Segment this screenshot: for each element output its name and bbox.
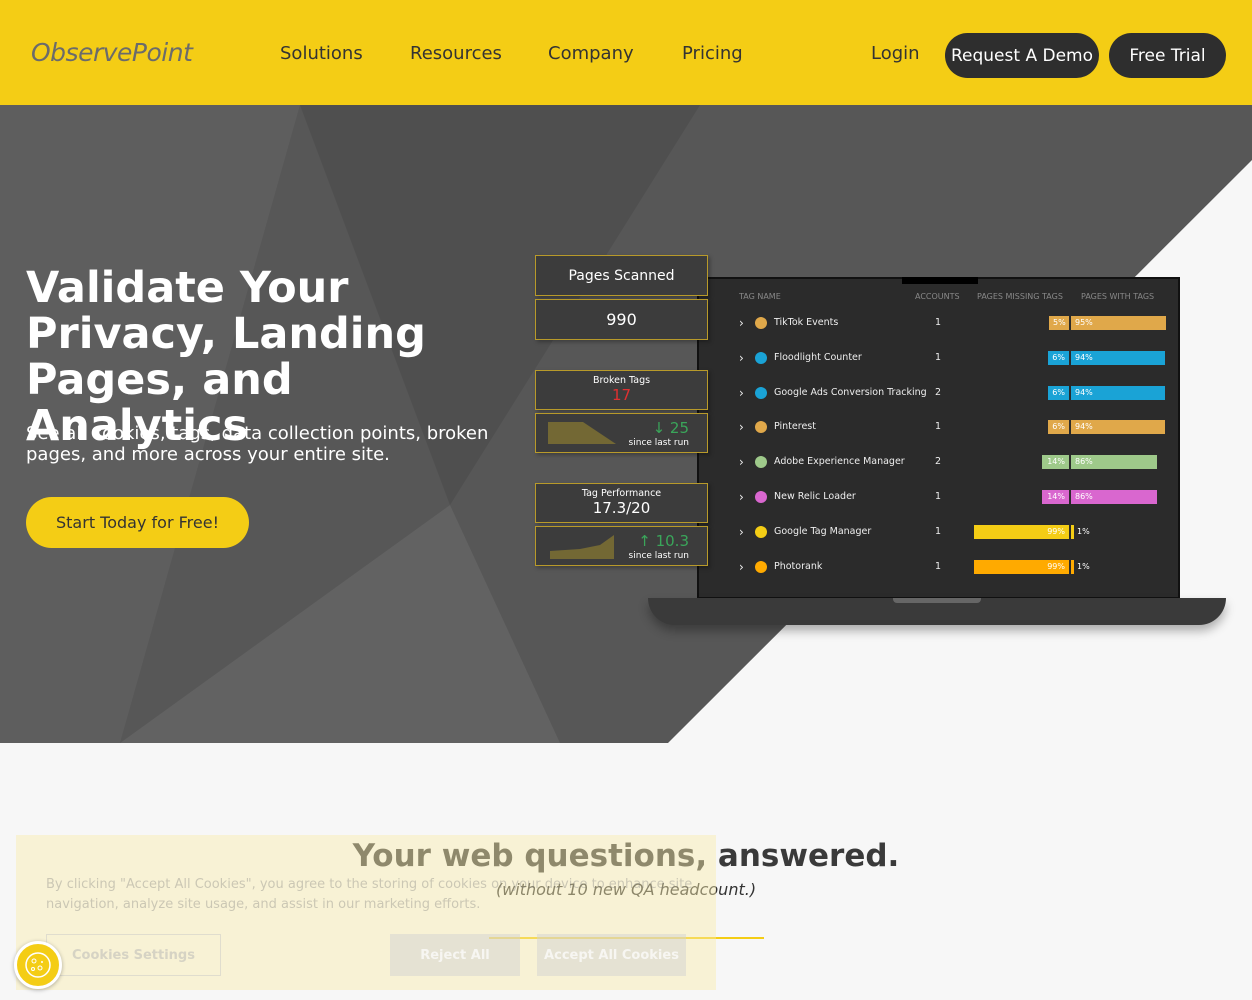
with-bar: 1% (1071, 524, 1090, 539)
col-accounts: ACCOUNTS (915, 292, 960, 301)
tag-performance-card: Tag Performance 17.3/20 (535, 483, 708, 523)
with-bar: 94% (1071, 350, 1165, 365)
broken-tags-trend: ↓ 25 since last run (535, 413, 708, 453)
tag-name: Google Ads Conversion Tracking (774, 386, 927, 398)
table-row[interactable]: › Google Ads Conversion Tracking 2 6% 94… (699, 384, 1182, 404)
with-bar: 95% (1071, 316, 1166, 330)
photorank-icon (755, 560, 767, 573)
hero-title: Validate Your Privacy, Landing Pages, an… (26, 263, 426, 451)
cookie-banner: By clicking "Accept All Cookies", you ag… (16, 835, 716, 990)
cookies-settings-button[interactable]: Cookies Settings (46, 934, 221, 976)
sparkline-down (548, 422, 616, 444)
tag-name: TikTok Events (774, 317, 839, 328)
accounts-count: 1 (935, 351, 942, 363)
expand-chevron-icon[interactable]: › (739, 490, 744, 504)
with-bar: 94% (1071, 420, 1165, 435)
login-link[interactable]: Login (871, 43, 920, 64)
tag-name: Photorank (774, 560, 823, 572)
broken-tags-card: Broken Tags 17 (535, 370, 708, 410)
accounts-count: 1 (935, 317, 942, 328)
missing-bar: 6% (1048, 385, 1069, 400)
tag-name: Google Tag Manager (774, 525, 872, 537)
col-tag-name: TAG NAME (739, 292, 781, 301)
start-free-button[interactable]: Start Today for Free! (26, 497, 249, 548)
google-ads-icon (755, 386, 767, 399)
table-row[interactable]: › Floodlight Counter 1 6% 94% (699, 349, 1182, 369)
with-bar: 94% (1071, 385, 1165, 400)
tag-performance-label: Tag Performance (581, 488, 662, 499)
nav-pricing[interactable]: Pricing (682, 43, 743, 64)
cookie-text: By clicking "Accept All Cookies", you ag… (46, 877, 693, 912)
tiktok-icon (755, 317, 767, 329)
expand-chevron-icon[interactable]: › (739, 455, 744, 469)
nav-solutions[interactable]: Solutions (280, 43, 363, 64)
accounts-count: 1 (935, 525, 942, 537)
site-header: ObservePoint Solutions Resources Company… (0, 0, 1252, 105)
table-row[interactable]: › Photorank 1 99% 1% (699, 558, 1182, 578)
accept-all-cookies-button[interactable]: Accept All Cookies (537, 934, 686, 976)
missing-bar: 14% (1042, 490, 1069, 504)
accounts-count: 2 (935, 386, 942, 398)
with-bar: 86% (1071, 455, 1157, 470)
perf-delta: ↑ 10.3 (638, 532, 689, 550)
missing-bar: 99% (974, 559, 1069, 574)
reject-all-button[interactable]: Reject All (390, 934, 520, 976)
expand-chevron-icon[interactable]: › (739, 525, 744, 539)
pages-scanned-value: 990 (535, 299, 708, 340)
nav-resources[interactable]: Resources (410, 43, 502, 64)
cookie-icon (25, 952, 51, 978)
logo[interactable]: ObservePoint (31, 38, 193, 67)
tag-name: Adobe Experience Manager (774, 456, 905, 468)
tag-name: New Relic Loader (774, 491, 856, 502)
missing-bar: 6% (1048, 420, 1069, 435)
floodlight-icon (755, 351, 767, 364)
missing-bar: 6% (1048, 350, 1069, 365)
expand-chevron-icon[interactable]: › (739, 316, 744, 330)
sparkline-up (550, 535, 614, 559)
accounts-count: 1 (935, 560, 942, 572)
tag-performance-trend: ↑ 10.3 since last run (535, 526, 708, 566)
col-missing: PAGES MISSING TAGS (977, 292, 1063, 301)
gtm-icon (755, 525, 767, 538)
broken-tags-value: 17 (611, 386, 632, 404)
hero: Validate Your Privacy, Landing Pages, an… (0, 105, 1252, 743)
accounts-count: 1 (935, 491, 942, 502)
laptop-base (648, 598, 1226, 625)
table-row[interactable]: › TikTok Events 1 5% 95% (699, 314, 1182, 334)
broken-since: since last run (628, 438, 689, 448)
free-trial-button[interactable]: Free Trial (1109, 33, 1226, 78)
table-row[interactable]: › Google Tag Manager 1 99% 1% (699, 523, 1182, 543)
table-row[interactable]: › New Relic Loader 1 14% 86% (699, 488, 1182, 508)
laptop-screen: TAG NAME ACCOUNTS PAGES MISSING TAGS PAG… (697, 277, 1180, 599)
tag-performance-value: 17.3/20 (592, 499, 651, 517)
pages-scanned-label: Pages Scanned (535, 255, 708, 296)
missing-bar: 5% (1049, 316, 1069, 330)
table-row[interactable]: › Pinterest 1 6% 94% (699, 418, 1182, 438)
col-with: PAGES WITH TAGS (1081, 292, 1155, 301)
tag-name: Floodlight Counter (774, 351, 862, 363)
hero-subtitle: See all cookies, tags, data collection p… (26, 423, 489, 465)
perf-since: since last run (628, 551, 689, 561)
request-demo-button[interactable]: Request A Demo (945, 33, 1099, 78)
pinterest-icon (755, 421, 767, 434)
accounts-count: 2 (935, 456, 942, 468)
broken-tags-label: Broken Tags (592, 375, 651, 386)
missing-bar: 14% (1042, 455, 1069, 470)
new-relic-icon (755, 491, 767, 503)
broken-delta: ↓ 25 (652, 419, 689, 437)
expand-chevron-icon[interactable]: › (739, 386, 744, 400)
accounts-count: 1 (935, 421, 942, 433)
table-row[interactable]: › Adobe Experience Manager 2 14% 86% (699, 453, 1182, 473)
expand-chevron-icon[interactable]: › (739, 560, 744, 574)
missing-bar: 99% (974, 524, 1069, 539)
nav-company[interactable]: Company (548, 43, 634, 64)
with-bar: 86% (1071, 490, 1157, 504)
expand-chevron-icon[interactable]: › (739, 351, 744, 365)
tag-name: Pinterest (774, 421, 816, 433)
expand-chevron-icon[interactable]: › (739, 420, 744, 434)
with-bar: 1% (1071, 559, 1090, 574)
adobe-icon (755, 456, 767, 469)
cookie-preferences-button[interactable] (14, 941, 62, 989)
